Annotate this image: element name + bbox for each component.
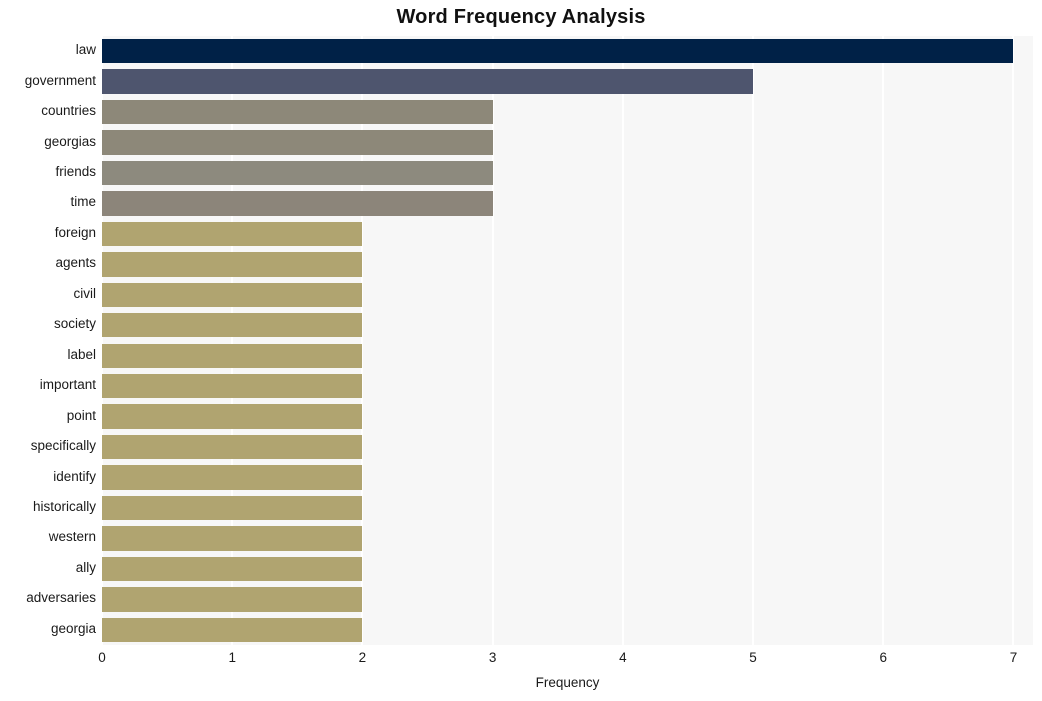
y-tick-label-specifically: specifically — [30, 438, 96, 454]
y-tick-label-ally: ally — [75, 559, 96, 575]
y-tick-label-important: important — [39, 377, 96, 393]
bar[interactable] — [102, 313, 363, 338]
y-tick-label-countries: countries — [41, 103, 96, 119]
bar-row[interactable] — [102, 191, 1033, 216]
y-tick-label-law: law — [75, 42, 96, 58]
bar[interactable] — [102, 343, 363, 368]
bar[interactable] — [102, 252, 363, 277]
bar-row[interactable] — [102, 69, 1033, 94]
bar[interactable] — [102, 221, 363, 247]
y-tick-label-western: western — [48, 529, 96, 545]
x-tick-label-4: 4 — [619, 650, 627, 665]
x-axis-tick-labels: 0 1 2 3 4 5 6 7 — [0, 650, 1042, 672]
x-tick-label-5: 5 — [749, 650, 757, 665]
bar[interactable] — [102, 526, 363, 551]
y-tick-label-government: government — [24, 72, 96, 88]
bar-row[interactable] — [102, 99, 1033, 125]
y-tick-label-label: label — [67, 346, 96, 362]
bar-row[interactable] — [102, 617, 1033, 642]
x-tick-label-6: 6 — [879, 650, 887, 665]
bar[interactable] — [102, 617, 363, 642]
bar[interactable] — [102, 465, 363, 490]
bar-row[interactable] — [102, 526, 1033, 551]
y-tick-label-time: time — [70, 194, 96, 210]
y-tick-label-foreign: foreign — [54, 224, 96, 240]
bar-row[interactable] — [102, 343, 1033, 368]
bar-row[interactable] — [102, 160, 1033, 186]
x-tick-label-1: 1 — [228, 650, 236, 665]
x-tick-label-0: 0 — [98, 650, 106, 665]
y-axis-tick-labels: law government countries georgias friends tim… — [0, 36, 96, 645]
bar[interactable] — [102, 373, 363, 399]
y-tick-label-point: point — [66, 407, 96, 423]
x-tick-label-3: 3 — [488, 650, 497, 665]
bar-row[interactable] — [102, 252, 1033, 277]
y-tick-label-society: society — [53, 316, 96, 332]
y-tick-label-friends: friends — [55, 164, 96, 180]
bar-row[interactable] — [102, 495, 1033, 521]
bar-row[interactable] — [102, 465, 1033, 490]
bar-row[interactable] — [102, 130, 1033, 155]
chart-title: Word Frequency Analysis — [396, 6, 646, 28]
bar-row[interactable] — [102, 373, 1033, 399]
bar-row[interactable] — [102, 221, 1033, 247]
bar[interactable] — [102, 130, 493, 155]
bar[interactable] — [102, 99, 493, 125]
y-tick-label-georgia: georgia — [50, 620, 96, 636]
bar[interactable] — [102, 434, 363, 460]
y-tick-label-identify: identify — [53, 468, 96, 484]
bar[interactable] — [102, 556, 363, 582]
bar[interactable] — [102, 191, 493, 216]
bar[interactable] — [102, 39, 1014, 64]
plot-area — [101, 36, 1033, 645]
y-tick-label-agents: agents — [55, 255, 96, 271]
bar-row[interactable] — [102, 434, 1033, 460]
x-axis-title: Frequency — [535, 675, 600, 690]
bar-row[interactable] — [102, 556, 1033, 582]
x-tick-label-7: 7 — [1009, 650, 1018, 665]
y-tick-label-civil: civil — [73, 285, 97, 301]
bar-row[interactable] — [102, 404, 1033, 429]
bar-row[interactable] — [102, 282, 1033, 307]
bar[interactable] — [102, 404, 363, 429]
bar[interactable] — [102, 495, 363, 521]
bar[interactable] — [102, 282, 363, 307]
x-tick-label-2: 2 — [358, 650, 367, 665]
bar-row[interactable] — [102, 39, 1033, 64]
bars-layer — [102, 36, 1033, 645]
y-tick-label-historically: historically — [32, 498, 96, 514]
y-tick-label-adversaries: adversaries — [26, 590, 96, 606]
y-tick-label-georgias: georgias — [44, 133, 96, 149]
bar-row[interactable] — [102, 313, 1033, 338]
word-frequency-chart: Word Frequency Analysis law government cou… — [0, 0, 1042, 701]
bar-row[interactable] — [102, 587, 1033, 612]
bar[interactable] — [102, 160, 493, 186]
bar[interactable] — [102, 587, 363, 612]
bar[interactable] — [102, 69, 754, 94]
